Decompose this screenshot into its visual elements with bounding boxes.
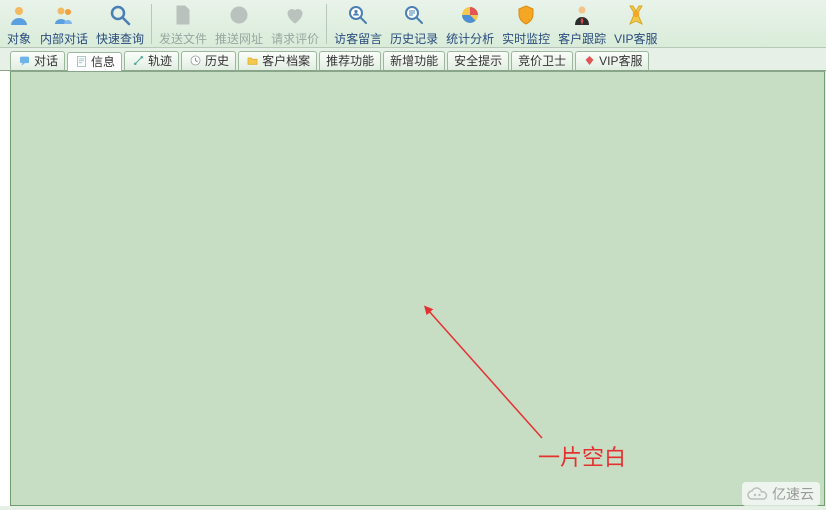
- toolbar-group: 访客留言历史记录统计分析实时监控客户跟踪 VIP客服: [330, 0, 661, 48]
- quick-search-button[interactable]: 快速查询: [92, 0, 148, 48]
- tab-dialog-label: 对话: [34, 52, 58, 69]
- tab-trace[interactable]: 轨迹: [124, 51, 179, 71]
- watermark-text: 亿速云: [772, 484, 814, 504]
- info-content-pane: [10, 71, 825, 506]
- tab-vip-service-tab[interactable]: VIP客服: [575, 51, 649, 71]
- realtime-button[interactable]: 实时监控: [498, 0, 554, 48]
- internal-chat-label: 内部对话: [40, 30, 88, 47]
- tab-security-tips[interactable]: 安全提示: [447, 51, 509, 71]
- toolbar-group: 对象内部对话快速查询: [2, 0, 148, 48]
- tab-strip: 对话 信息 轨迹 历史 客户档案推荐功能新增功能安全提示竞价卫士 VIP客服: [0, 48, 826, 71]
- quick-search-label: 快速查询: [96, 30, 144, 47]
- doc-icon: [74, 55, 88, 69]
- heart-icon: [282, 2, 308, 28]
- search-doc-icon: [401, 2, 427, 28]
- vip-service-label: VIP客服: [614, 30, 657, 47]
- tab-customer-file-label: 客户档案: [262, 52, 310, 69]
- request-rating-button: 请求评价: [267, 0, 323, 48]
- toolbar-group: 发送文件推送网址请求评价: [155, 0, 323, 48]
- history-label: 历史记录: [390, 30, 438, 47]
- vip-service-button[interactable]: VIP客服: [610, 0, 661, 48]
- tab-recommend[interactable]: 推荐功能: [319, 51, 381, 71]
- customer-track-button[interactable]: 客户跟踪: [554, 0, 610, 48]
- annotation-text: 一片空白: [538, 440, 626, 472]
- medal-icon: [623, 2, 649, 28]
- visitor-msg-label: 访客留言: [334, 30, 382, 47]
- visitor-msg-button[interactable]: 访客留言: [330, 0, 386, 48]
- customer-track-label: 客户跟踪: [558, 30, 606, 47]
- tab-bid-guard-label: 竞价卫士: [518, 52, 566, 69]
- tab-new-feature-label: 新增功能: [390, 52, 438, 69]
- clock-icon: [188, 54, 202, 68]
- search-person-icon: [345, 2, 371, 28]
- realtime-label: 实时监控: [502, 30, 550, 47]
- file-icon: [170, 2, 196, 28]
- main-toolbar: 对象内部对话快速查询发送文件推送网址请求评价访客留言历史记录统计分析实时监控客户…: [0, 0, 826, 48]
- stats-button[interactable]: 统计分析: [442, 0, 498, 48]
- tab-history-label: 历史: [205, 52, 229, 69]
- object-label: 对象: [7, 30, 31, 47]
- push-url-label: 推送网址: [215, 30, 263, 47]
- pie-icon: [457, 2, 483, 28]
- folder-icon: [245, 54, 259, 68]
- push-url-button: 推送网址: [211, 0, 267, 48]
- tab-dialog[interactable]: 对话: [10, 51, 65, 71]
- magnifier-icon: [107, 2, 133, 28]
- diamond-icon: [582, 54, 596, 68]
- request-rating-label: 请求评价: [271, 30, 319, 47]
- cloud-icon: [746, 486, 768, 502]
- person-icon: [6, 2, 32, 28]
- tab-vip-service-tab-label: VIP客服: [599, 52, 642, 69]
- object-button[interactable]: 对象: [2, 0, 36, 48]
- tab-info[interactable]: 信息: [67, 52, 122, 72]
- tab-trace-label: 轨迹: [148, 52, 172, 69]
- tab-new-feature[interactable]: 新增功能: [383, 51, 445, 71]
- send-file-button: 发送文件: [155, 0, 211, 48]
- toolbar-separator: [326, 4, 327, 44]
- tab-customer-file[interactable]: 客户档案: [238, 51, 317, 71]
- history-button[interactable]: 历史记录: [386, 0, 442, 48]
- tab-recommend-label: 推荐功能: [326, 52, 374, 69]
- people-icon: [51, 2, 77, 28]
- send-file-label: 发送文件: [159, 30, 207, 47]
- toolbar-separator: [151, 4, 152, 44]
- globe-icon: [226, 2, 252, 28]
- stats-label: 统计分析: [446, 30, 494, 47]
- suit-icon: [569, 2, 595, 28]
- tab-security-tips-label: 安全提示: [454, 52, 502, 69]
- internal-chat-button[interactable]: 内部对话: [36, 0, 92, 48]
- path-icon: [131, 54, 145, 68]
- chat-icon: [17, 54, 31, 68]
- tab-bid-guard[interactable]: 竞价卫士: [511, 51, 573, 71]
- shield-icon: [513, 2, 539, 28]
- left-gutter: [0, 71, 10, 506]
- tab-info-label: 信息: [91, 53, 115, 70]
- tab-history[interactable]: 历史: [181, 51, 236, 71]
- watermark: 亿速云: [742, 482, 820, 506]
